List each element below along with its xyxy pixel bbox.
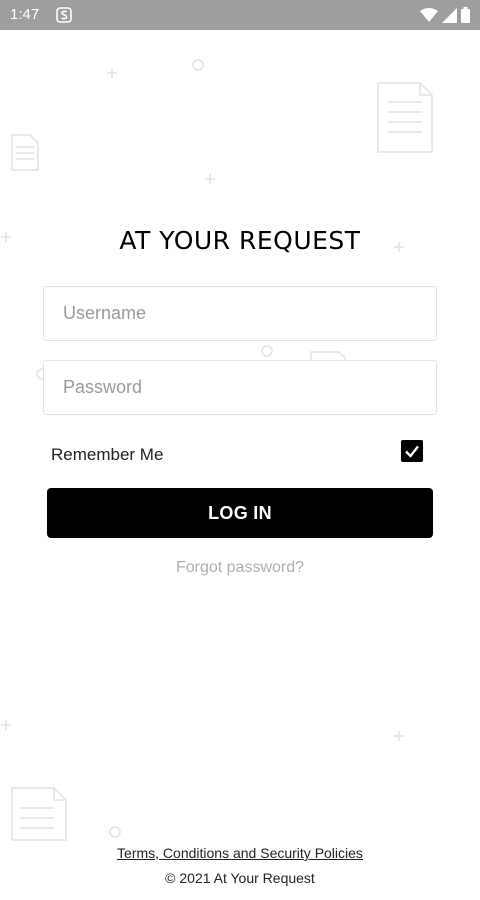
app-title: AT YOUR REQUEST [119, 226, 361, 255]
s-icon [56, 7, 72, 23]
status-icons [420, 7, 470, 23]
terms-link[interactable]: Terms, Conditions and Security Policies [0, 845, 480, 861]
wifi-icon [420, 7, 438, 23]
forgot-password-link[interactable]: Forgot password? [0, 559, 480, 577]
battery-icon [461, 7, 470, 23]
login-button[interactable]: LOG IN [47, 488, 433, 538]
status-bar: 1:47 [0, 0, 480, 30]
signal-icon [442, 7, 457, 23]
remember-me-checkbox[interactable] [401, 440, 423, 462]
password-input[interactable] [43, 360, 437, 415]
remember-me-row: Remember Me [51, 440, 423, 470]
status-time: 1:47 [10, 6, 40, 23]
remember-me-label: Remember Me [51, 445, 164, 464]
checkmark-icon [405, 445, 419, 458]
copyright-text: © 2021 At Your Request [165, 870, 315, 886]
username-input[interactable] [43, 286, 437, 341]
